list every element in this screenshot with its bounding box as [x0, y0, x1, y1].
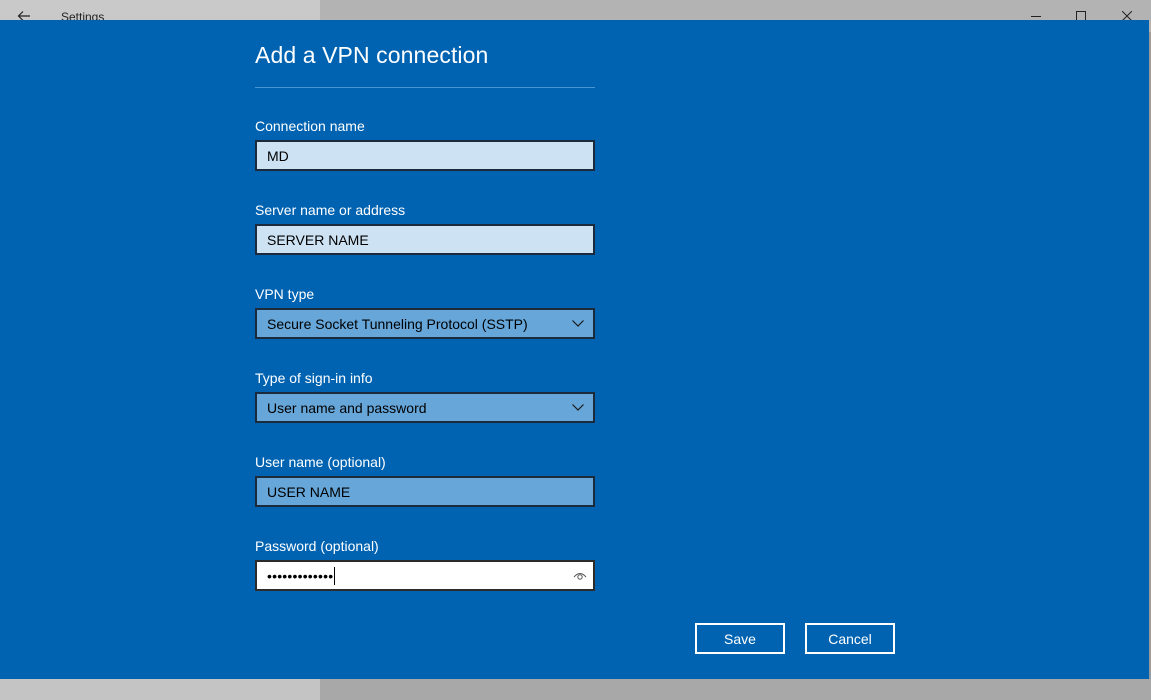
connection-name-input[interactable]: MD [255, 140, 595, 171]
bottom-background-strip [0, 679, 1151, 700]
signin-type-value: User name and password [267, 399, 427, 416]
connection-name-label: Connection name [255, 118, 365, 134]
signin-type-dropdown[interactable]: User name and password [255, 392, 595, 423]
cancel-button[interactable]: Cancel [805, 623, 895, 654]
username-input[interactable]: USER NAME [255, 476, 595, 507]
server-name-value: SERVER NAME [267, 231, 369, 248]
bottom-left-pane [0, 679, 320, 700]
password-label: Password (optional) [255, 538, 379, 554]
vpn-type-label: VPN type [255, 286, 315, 302]
title-divider [255, 87, 595, 88]
password-input[interactable]: ••••••••••••• [255, 560, 595, 591]
reveal-password-icon[interactable] [573, 571, 587, 581]
server-name-input[interactable]: SERVER NAME [255, 224, 595, 255]
vpn-type-value: Secure Socket Tunneling Protocol (SSTP) [267, 315, 528, 332]
dialog-title: Add a VPN connection [255, 42, 489, 68]
chevron-down-icon [572, 320, 584, 327]
server-name-label: Server name or address [255, 202, 406, 218]
vpn-type-dropdown[interactable]: Secure Socket Tunneling Protocol (SSTP) [255, 308, 595, 339]
text-caret [334, 566, 336, 585]
connection-name-value: MD [267, 147, 289, 164]
username-value: USER NAME [267, 483, 351, 500]
save-button[interactable]: Save [695, 623, 785, 654]
username-label: User name (optional) [255, 454, 386, 470]
add-vpn-dialog: Add a VPN connection Connection name MD … [0, 20, 1149, 679]
signin-type-label: Type of sign-in info [255, 370, 373, 386]
password-value: ••••••••••••• [267, 567, 334, 584]
chevron-down-icon [572, 404, 584, 411]
